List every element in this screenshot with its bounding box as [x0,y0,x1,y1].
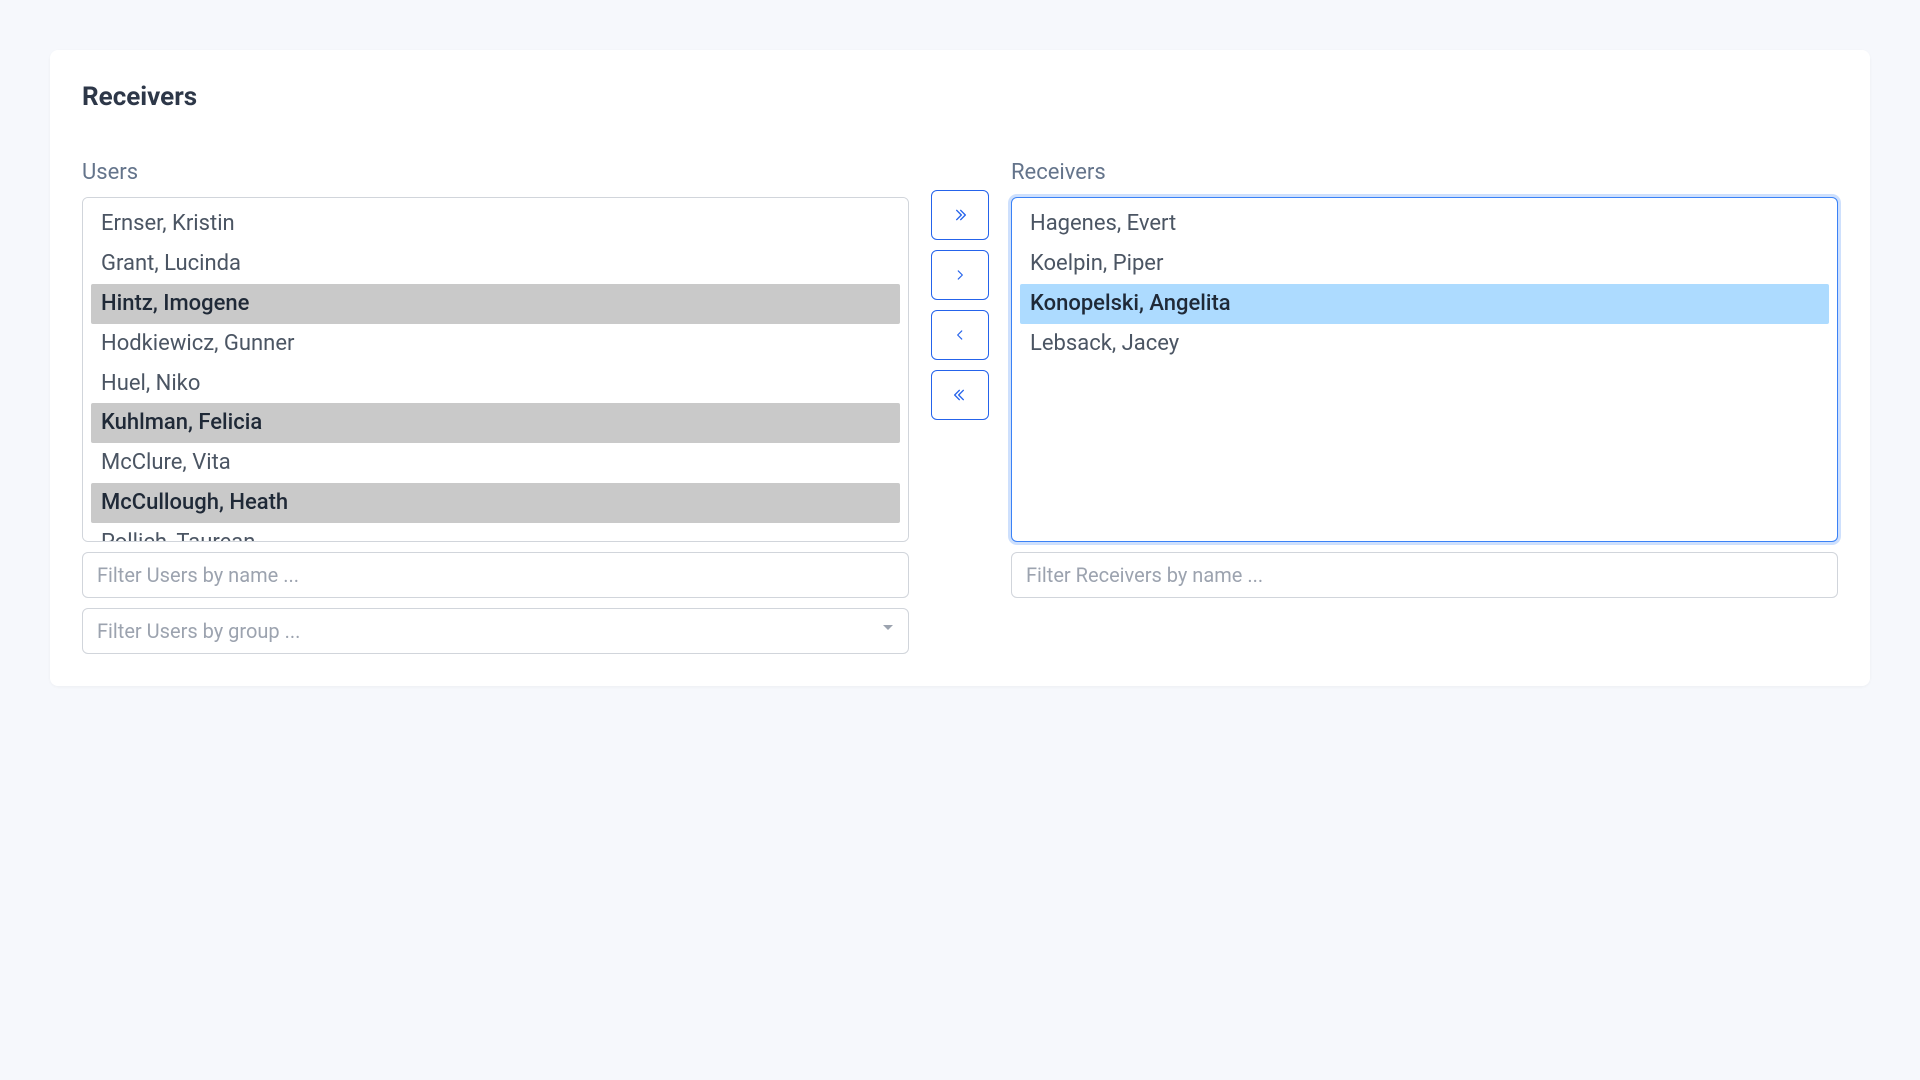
users-item[interactable]: Kuhlman, Felicia [91,403,900,443]
users-filter-group-select[interactable] [82,608,909,654]
chevron-double-right-icon [952,207,968,223]
users-item[interactable]: McClure, Vita [91,443,900,483]
receivers-label: Receivers [1011,160,1838,185]
users-item[interactable]: Hodkiewicz, Gunner [91,324,900,364]
users-item[interactable]: McCullough, Heath [91,483,900,523]
users-listbox[interactable]: Ernser, KristinGrant, LucindaHintz, Imog… [82,197,909,542]
add-all-button[interactable] [931,190,989,240]
users-column: Users Ernser, KristinGrant, LucindaHintz… [82,160,909,654]
chevron-left-icon [953,328,967,342]
users-item[interactable]: Huel, Niko [91,364,900,404]
remove-selected-button[interactable] [931,310,989,360]
chevron-double-left-icon [952,387,968,403]
chevron-right-icon [953,268,967,282]
receivers-item[interactable]: Koelpin, Piper [1020,244,1829,284]
transfer-buttons [931,160,989,420]
receivers-item[interactable]: Konopelski, Angelita [1020,284,1829,324]
receivers-item[interactable]: Hagenes, Evert [1020,204,1829,244]
users-item[interactable]: Ernser, Kristin [91,204,900,244]
receivers-listbox[interactable]: Hagenes, EvertKoelpin, PiperKonopelski, … [1011,197,1838,542]
users-item[interactable]: Hintz, Imogene [91,284,900,324]
receivers-filter-name-input[interactable] [1011,552,1838,598]
users-item[interactable]: Pollich, Taurean [91,523,900,542]
page-title: Receivers [82,82,1838,112]
receivers-item[interactable]: Lebsack, Jacey [1020,324,1829,364]
transfer-container: Users Ernser, KristinGrant, LucindaHintz… [82,160,1838,654]
users-item[interactable]: Grant, Lucinda [91,244,900,284]
users-filter-name-input[interactable] [82,552,909,598]
users-label: Users [82,160,909,185]
receivers-column: Receivers Hagenes, EvertKoelpin, PiperKo… [1011,160,1838,598]
add-selected-button[interactable] [931,250,989,300]
remove-all-button[interactable] [931,370,989,420]
receivers-card: Receivers Users Ernser, KristinGrant, Lu… [50,50,1870,686]
